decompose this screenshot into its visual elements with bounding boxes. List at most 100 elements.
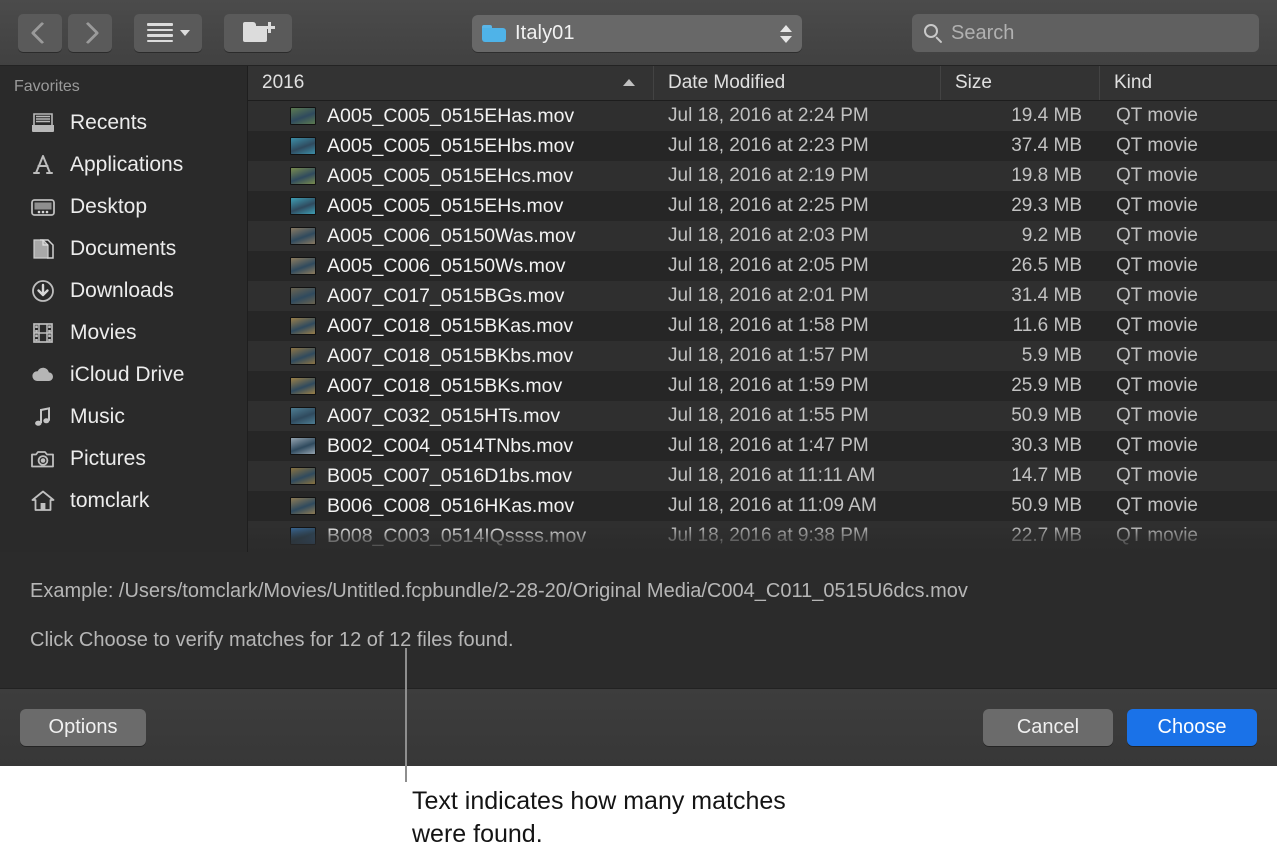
file-name-cell: A005_C005_0515EHcs.mov xyxy=(248,165,654,188)
file-name-cell: B008_C003_0514IQssss.mov xyxy=(248,525,654,548)
column-header-kind[interactable]: Kind xyxy=(1100,66,1277,100)
file-kind-cell: QT movie xyxy=(1100,495,1277,517)
favorites-sidebar: Favorites RecentsApplicationsDesktopDocu… xyxy=(0,66,248,552)
table-row[interactable]: A005_C006_05150Was.movJul 18, 2016 at 2:… xyxy=(248,221,1277,251)
file-name-label: A005_C006_05150Was.mov xyxy=(327,225,576,248)
column-header-size-label: Size xyxy=(955,72,992,94)
file-name-cell: B006_C008_0516HKas.mov xyxy=(248,495,654,518)
search-field[interactable] xyxy=(912,14,1259,52)
arrange-view-button[interactable] xyxy=(134,14,202,52)
sidebar-item-applications[interactable]: Applications xyxy=(0,144,247,186)
file-name-label: B002_C004_0514TNbs.mov xyxy=(327,435,573,458)
file-size-cell: 37.4 MB xyxy=(941,135,1100,157)
file-size-cell: 11.6 MB xyxy=(941,315,1100,337)
pictures-icon xyxy=(30,447,56,471)
file-kind-cell: QT movie xyxy=(1100,285,1277,307)
file-date-cell: Jul 18, 2016 at 11:11 AM xyxy=(654,465,941,487)
table-row[interactable]: B002_C004_0514TNbs.movJul 18, 2016 at 1:… xyxy=(248,431,1277,461)
sidebar-item-recents[interactable]: Recents xyxy=(0,102,247,144)
file-thumbnail-icon xyxy=(290,437,316,455)
chevron-down-icon xyxy=(180,30,190,36)
file-thumbnail-icon xyxy=(290,497,316,515)
table-row[interactable]: A005_C006_05150Ws.movJul 18, 2016 at 2:0… xyxy=(248,251,1277,281)
file-thumbnail-icon xyxy=(290,167,316,185)
sidebar-item-icloud-drive[interactable]: iCloud Drive xyxy=(0,354,247,396)
file-kind-cell: QT movie xyxy=(1100,135,1277,157)
options-button[interactable]: Options xyxy=(20,709,146,746)
file-size-cell: 26.5 MB xyxy=(941,255,1100,277)
recents-icon xyxy=(30,111,56,135)
up-down-stepper-icon[interactable] xyxy=(780,25,792,43)
applications-icon xyxy=(30,153,56,177)
file-size-cell: 31.4 MB xyxy=(941,285,1100,307)
chevron-left-icon xyxy=(31,21,54,44)
new-folder-button[interactable] xyxy=(224,14,292,52)
file-size-cell: 29.3 MB xyxy=(941,195,1100,217)
table-row[interactable]: A007_C018_0515BKas.movJul 18, 2016 at 1:… xyxy=(248,311,1277,341)
file-rows-container[interactable]: A005_C005_0515EHas.mov Jul 18, 2016 at 2:… xyxy=(248,101,1277,552)
sidebar-item-music[interactable]: Music xyxy=(0,396,247,438)
file-name-label: A005_C005_0515EHas.mov xyxy=(327,105,574,128)
cancel-button[interactable]: Cancel xyxy=(983,709,1113,746)
dialog-body: Favorites RecentsApplicationsDesktopDocu… xyxy=(0,66,1277,552)
table-row[interactable]: B008_C003_0514IQssss.movJul 18, 2016 at … xyxy=(248,521,1277,551)
path-popup-button[interactable]: Italy01 xyxy=(472,15,802,52)
file-thumbnail-icon xyxy=(290,287,316,305)
file-thumbnail-icon xyxy=(290,407,316,425)
table-row[interactable]: A005_C005_0515EHas.movJul 18, 2016 at 2:… xyxy=(248,101,1277,131)
file-name-cell: A007_C018_0515BKs.mov xyxy=(248,375,654,398)
file-kind-cell: QT movie xyxy=(1100,345,1277,367)
file-kind-cell: QT movie xyxy=(1100,465,1277,487)
sidebar-item-documents[interactable]: Documents xyxy=(0,228,247,270)
file-thumbnail-icon xyxy=(290,317,316,335)
search-icon xyxy=(924,24,943,43)
file-date-cell: Jul 18, 2016 at 2:05 PM xyxy=(654,255,941,277)
search-input[interactable] xyxy=(951,22,1247,45)
file-date-cell: Jul 18, 2016 at 1:55 PM xyxy=(654,405,941,427)
file-kind-cell: QT movie xyxy=(1100,195,1277,217)
file-date-cell: Jul 18, 2016 at 1:59 PM xyxy=(654,375,941,397)
table-row[interactable]: A005_C005_0515EHs.movJul 18, 2016 at 2:2… xyxy=(248,191,1277,221)
current-folder-label: Italy01 xyxy=(515,22,575,45)
sidebar-item-downloads[interactable]: Downloads xyxy=(0,270,247,312)
table-row[interactable]: B006_C008_0516HKas.movJul 18, 2016 at 11… xyxy=(248,491,1277,521)
file-name-label: A007_C032_0515HTs.mov xyxy=(327,405,560,428)
file-kind-cell: QT movie xyxy=(1100,165,1277,187)
sidebar-item-movies[interactable]: Movies xyxy=(0,312,247,354)
sidebar-item-pictures[interactable]: Pictures xyxy=(0,438,247,480)
file-kind-cell: QT movie xyxy=(1100,255,1277,277)
column-header-size[interactable]: Size xyxy=(941,66,1100,100)
file-thumbnail-icon xyxy=(290,107,316,125)
file-name-cell: A007_C018_0515BKas.mov xyxy=(248,315,654,338)
file-date-cell: Jul 18, 2016 at 2:01 PM xyxy=(654,285,941,307)
sidebar-item-tomclark[interactable]: tomclark xyxy=(0,480,247,522)
file-size-cell: 5.9 MB xyxy=(941,345,1100,367)
file-name-cell: A005_C005_0515EHas.mov xyxy=(248,105,654,128)
movies-icon xyxy=(30,321,56,345)
table-row[interactable]: A007_C017_0515BGs.movJul 18, 2016 at 2:0… xyxy=(248,281,1277,311)
sidebar-item-label: Documents xyxy=(70,237,176,261)
column-header-name[interactable]: 2016 xyxy=(248,66,654,100)
sidebar-item-desktop[interactable]: Desktop xyxy=(0,186,247,228)
file-chooser-dialog: Italy01 Favorites RecentsApplicationsDes… xyxy=(0,0,1277,766)
screenshot-root: Italy01 Favorites RecentsApplicationsDes… xyxy=(0,0,1277,859)
choose-button[interactable]: Choose xyxy=(1127,709,1257,746)
sidebar-item-label: Downloads xyxy=(70,279,174,303)
forward-button[interactable] xyxy=(68,14,112,52)
table-row[interactable]: A005_C005_0515EHcs.movJul 18, 2016 at 2:… xyxy=(248,161,1277,191)
back-button[interactable] xyxy=(18,14,62,52)
table-row[interactable]: A007_C018_0515BKbs.movJul 18, 2016 at 1:… xyxy=(248,341,1277,371)
file-browser: 2016 Date Modified Size Kind A005_C005_0… xyxy=(248,66,1277,552)
table-row[interactable]: A007_C032_0515HTs.mov Jul 18, 2016 at 1:5… xyxy=(248,401,1277,431)
file-name-label: A007_C018_0515BKbs.mov xyxy=(327,345,573,368)
sidebar-item-list: RecentsApplicationsDesktop Documents Downl… xyxy=(0,102,247,522)
table-row[interactable]: A007_C018_0515BKs.movJul 18, 2016 at 1:5… xyxy=(248,371,1277,401)
list-view-icon xyxy=(147,23,173,42)
table-row[interactable]: B005_C007_0516D1bs.movJul 18, 2016 at 11… xyxy=(248,461,1277,491)
dialog-toolbar: Italy01 xyxy=(0,0,1277,66)
column-header-date-modified[interactable]: Date Modified xyxy=(654,66,941,100)
file-kind-cell: QT movie xyxy=(1100,375,1277,397)
file-name-cell: A007_C018_0515BKbs.mov xyxy=(248,345,654,368)
table-row[interactable]: A005_C005_0515EHbs.movJul 18, 2016 at 2:… xyxy=(248,131,1277,161)
file-name-label: A007_C018_0515BKas.mov xyxy=(327,315,573,338)
